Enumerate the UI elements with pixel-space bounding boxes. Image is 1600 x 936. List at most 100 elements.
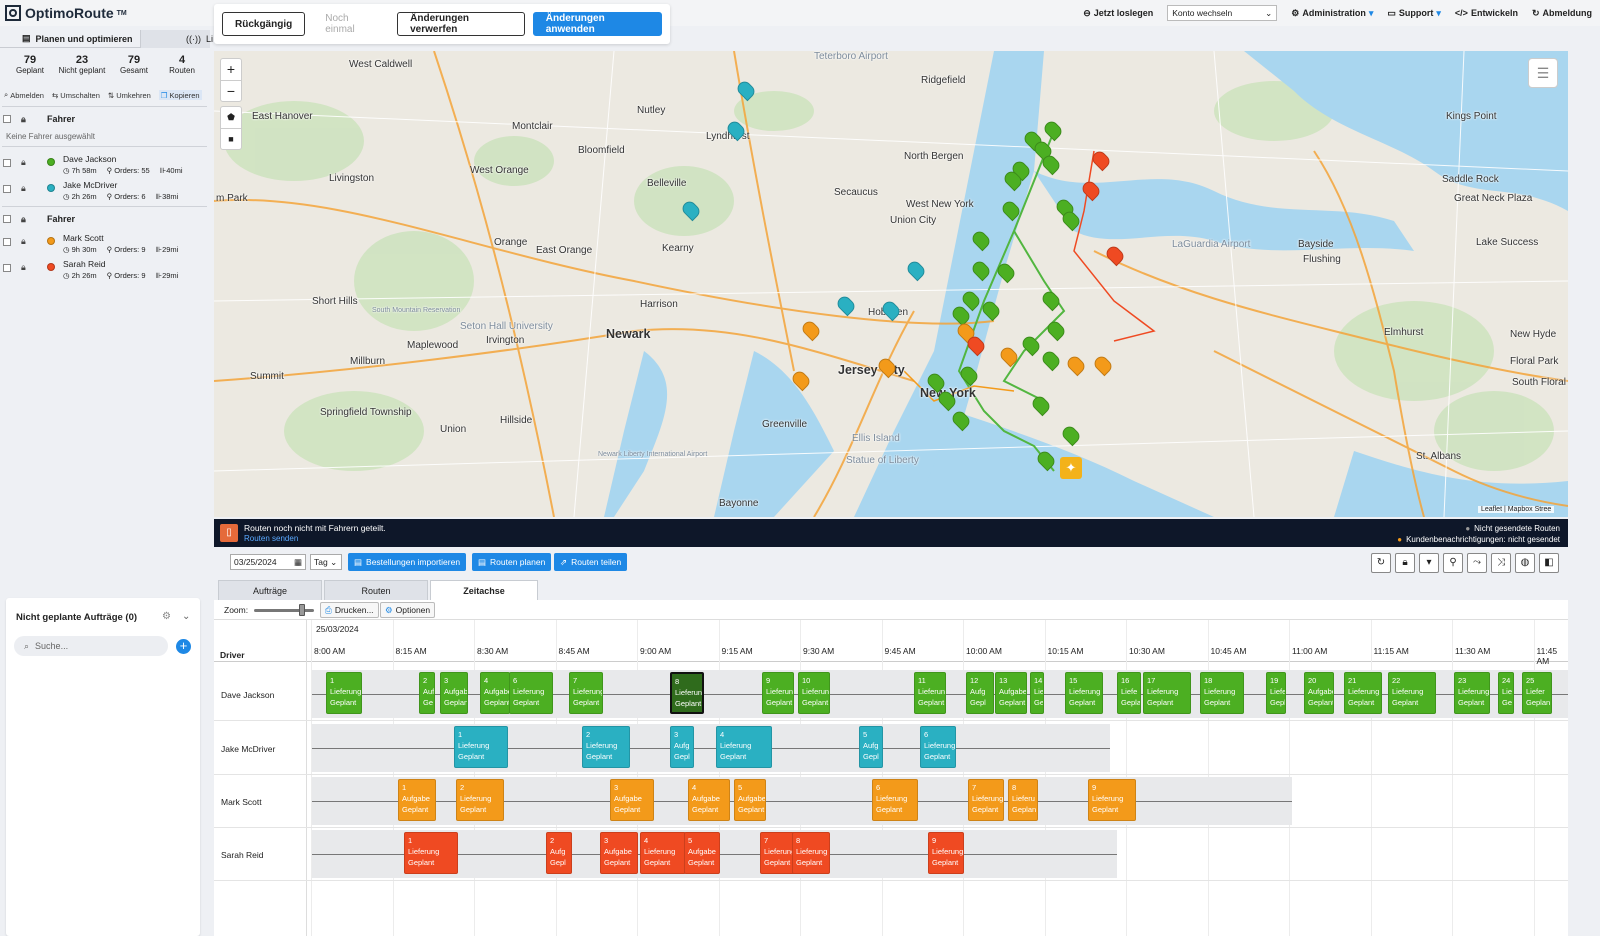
select-all-checkbox[interactable]: [3, 115, 11, 123]
zoom-out-button[interactable]: −: [221, 80, 241, 102]
timeline-stop-block[interactable]: 11 Lieferung Geplant: [914, 672, 946, 714]
timeline-stop-block[interactable]: 8 Lieferung Geplant: [670, 672, 704, 714]
date-picker[interactable]: 03/25/2024 ▦: [230, 554, 306, 570]
chevron-down-icon[interactable]: ⌄: [182, 611, 190, 622]
developer-link[interactable]: </> Entwickeln: [1455, 8, 1518, 18]
rectangle-draw-icon[interactable]: ■: [221, 128, 241, 150]
timeline-stop-block[interactable]: 2 Lieferung Geplant: [456, 779, 504, 821]
timeline-stop-block[interactable]: 3 Aufg Gepl: [670, 726, 694, 768]
zoom-slider[interactable]: [254, 609, 314, 612]
timeline-stop-block[interactable]: 8 Lieferu Geplan: [1008, 779, 1038, 821]
route-icon[interactable]: ⤳: [1467, 553, 1487, 573]
timeline-stop-block[interactable]: 6 Lieferung Geplant: [509, 672, 553, 714]
timeline-stop-block[interactable]: 3 Aufgabe Geplant: [600, 832, 638, 874]
timeline-stop-block[interactable]: 5 Aufgabe Geplant: [734, 779, 766, 821]
get-started-link[interactable]: ⊖ Jetzt loslegen: [1083, 8, 1153, 19]
route-map[interactable]: West Caldwell East Hanover Montclair Nutley…: [214, 51, 1568, 517]
globe-icon[interactable]: ◍: [1515, 553, 1535, 573]
unplanned-search-input[interactable]: ⌕ Suche...: [14, 636, 168, 656]
timeline-stop-block[interactable]: 5 Aufgabe Geplant: [684, 832, 720, 874]
timeline-driver-label[interactable]: Mark Scott: [221, 797, 262, 807]
support-menu[interactable]: ▭ Support ▾: [1387, 8, 1441, 19]
timeline-stop-block[interactable]: 8 Lieferung Geplant: [792, 832, 830, 874]
timeline-stop-block[interactable]: 4 Lieferung Geplant: [640, 832, 686, 874]
timeline-stop-block[interactable]: 1 Aufgabe Geplant: [398, 779, 436, 821]
lock-icon[interactable]: 🔒︎: [21, 183, 31, 194]
zoom-slider-handle[interactable]: [299, 604, 305, 616]
message-icon[interactable]: ▾: [1419, 553, 1439, 573]
deselect-button[interactable]: ⌕ Abmelden: [4, 90, 44, 100]
timeline-stop-block[interactable]: 9 Lieferung Geplant: [928, 832, 964, 874]
period-select[interactable]: Tag ⌄: [310, 554, 342, 570]
timeline-stop-block[interactable]: 10 Lieferung Geplant: [798, 672, 830, 714]
timeline-stop-block[interactable]: 7 Lieferung Geplant: [569, 672, 603, 714]
admin-menu[interactable]: ⚙ Administration ▾: [1291, 8, 1373, 19]
lock-icon[interactable]: 🔒︎: [21, 157, 31, 168]
timeline-stop-block[interactable]: 25 Liefer Geplan: [1522, 672, 1552, 714]
timeline-stop-block[interactable]: 6 Lieferung Geplant: [920, 726, 956, 768]
timeline-driver-label[interactable]: Dave Jackson: [221, 690, 274, 700]
driver-checkbox[interactable]: [3, 238, 11, 246]
layers-icon[interactable]: ☰: [1528, 58, 1558, 88]
app-logo[interactable]: OptimoRoute TM: [4, 3, 127, 23]
driver-checkbox[interactable]: [3, 185, 11, 193]
redo-button[interactable]: Noch einmal: [313, 12, 390, 36]
timeline-stop-block[interactable]: 22 Lieferung Geplant: [1388, 672, 1436, 714]
timeline-stop-block[interactable]: 19 Liefe Gepl: [1266, 672, 1286, 714]
logout-link[interactable]: ↻ Abmeldung: [1532, 8, 1592, 19]
refresh-icon[interactable]: ↻: [1371, 553, 1391, 573]
timeline-stop-block[interactable]: 16 Liefe Gepla: [1117, 672, 1141, 714]
options-button[interactable]: ⚙ Optionen: [380, 602, 436, 618]
import-orders-button[interactable]: ▤ Bestellungen importieren: [348, 553, 467, 571]
timeline-stop-block[interactable]: 6 Lieferung Geplant: [872, 779, 918, 821]
panel-toggle-icon[interactable]: ◧: [1539, 553, 1559, 573]
share-routes-button[interactable]: ⇗ Routen teilen: [554, 553, 628, 571]
driver-row[interactable]: 🔒︎ Dave Jackson ◷ 7h 58m ⚲ Orders: 55 ⊪40m…: [0, 150, 210, 176]
select-all-checkbox[interactable]: [3, 215, 11, 223]
driver-row[interactable]: 🔒︎ Jake McDriver ◷ 2h 26m ⚲ Orders: 6 ⊪38m…: [0, 176, 210, 202]
timeline-stop-block[interactable]: 2 Lieferung Geplant: [582, 726, 630, 768]
map-attribution[interactable]: Leaflet | Mapbox Stree: [1478, 506, 1555, 513]
timeline-stop-block[interactable]: 12 Aufg Gepl: [966, 672, 994, 714]
timeline-stop-block[interactable]: 17 Lieferung Geplant: [1143, 672, 1191, 714]
timeline-stop-block[interactable]: 4 Aufgabe Geplant: [480, 672, 510, 714]
timeline-stop-block[interactable]: 15 Lieferung Geplant: [1065, 672, 1103, 714]
timeline-stop-block[interactable]: 1 Lieferung Geplant: [404, 832, 458, 874]
tab-live[interactable]: ((·)) Li: [140, 30, 213, 48]
timeline-stop-block[interactable]: 7 Lieferung Geplant: [760, 832, 796, 874]
timeline-stop-block[interactable]: 24 Lie Ge: [1498, 672, 1514, 714]
lock-icon[interactable]: 🔒︎: [21, 236, 31, 247]
depot-icon[interactable]: ✦: [1060, 457, 1082, 479]
toggle-button[interactable]: ⇆ Umschalten: [52, 90, 100, 100]
timeline-stop-block[interactable]: 20 Aufgabe Geplant: [1304, 672, 1334, 714]
driver-row[interactable]: 🔒︎ Mark Scott ◷ 9h 30m ⚲ Orders: 9 ⊪29mi: [0, 229, 210, 255]
timeline-stop-block[interactable]: 9 Lieferung Geplant: [1088, 779, 1136, 821]
timeline-stop-block[interactable]: 3 Aufgabe Geplant: [440, 672, 468, 714]
timeline-stop-block[interactable]: 4 Lieferung Geplant: [716, 726, 772, 768]
undo-button[interactable]: Rückgängig: [222, 12, 306, 36]
timeline-driver-label[interactable]: Jake McDriver: [221, 744, 275, 754]
driver-checkbox[interactable]: [3, 264, 11, 272]
timeline-stop-block[interactable]: 21 Lieferung Geplant: [1344, 672, 1382, 714]
timeline-stop-block[interactable]: 18 Lieferung Geplant: [1200, 672, 1244, 714]
driver-checkbox[interactable]: [3, 159, 11, 167]
lock-icon[interactable]: 🔒︎: [21, 214, 31, 225]
lock-icon[interactable]: 🔒︎: [21, 262, 31, 273]
print-button[interactable]: ⎙ Drucken...: [320, 602, 379, 618]
timeline-stop-block[interactable]: 14 Lie Ge: [1030, 672, 1044, 714]
timeline-stop-block[interactable]: 23 Lieferung Geplant: [1454, 672, 1490, 714]
pin-icon[interactable]: ⚲: [1443, 553, 1463, 573]
settings-icon[interactable]: ⚙: [162, 611, 171, 622]
tab-plan-optimize[interactable]: ▤ Planen und optimieren: [0, 30, 140, 48]
timeline-stop-block[interactable]: 2 Aufg Gepl: [546, 832, 572, 874]
timeline-stop-block[interactable]: 5 Aufg Gepl: [859, 726, 883, 768]
timeline-stop-block[interactable]: 13 Aufgabe Geplant: [995, 672, 1027, 714]
driver-row[interactable]: 🔒︎ Sarah Reid ◷ 2h 26m ⚲ Orders: 9 ⊪29mi: [0, 255, 210, 281]
lock-icon[interactable]: 🔒︎: [21, 114, 31, 125]
timeline-driver-label[interactable]: Sarah Reid: [221, 850, 264, 860]
zoom-in-button[interactable]: +: [221, 59, 241, 80]
lock-icon[interactable]: 🔒︎: [1395, 553, 1415, 573]
send-routes-link[interactable]: Routen senden: [244, 534, 298, 543]
timeline-stop-block[interactable]: 3 Aufgabe Geplant: [610, 779, 654, 821]
timeline-stop-block[interactable]: 1 Lieferung Geplant: [326, 672, 362, 714]
